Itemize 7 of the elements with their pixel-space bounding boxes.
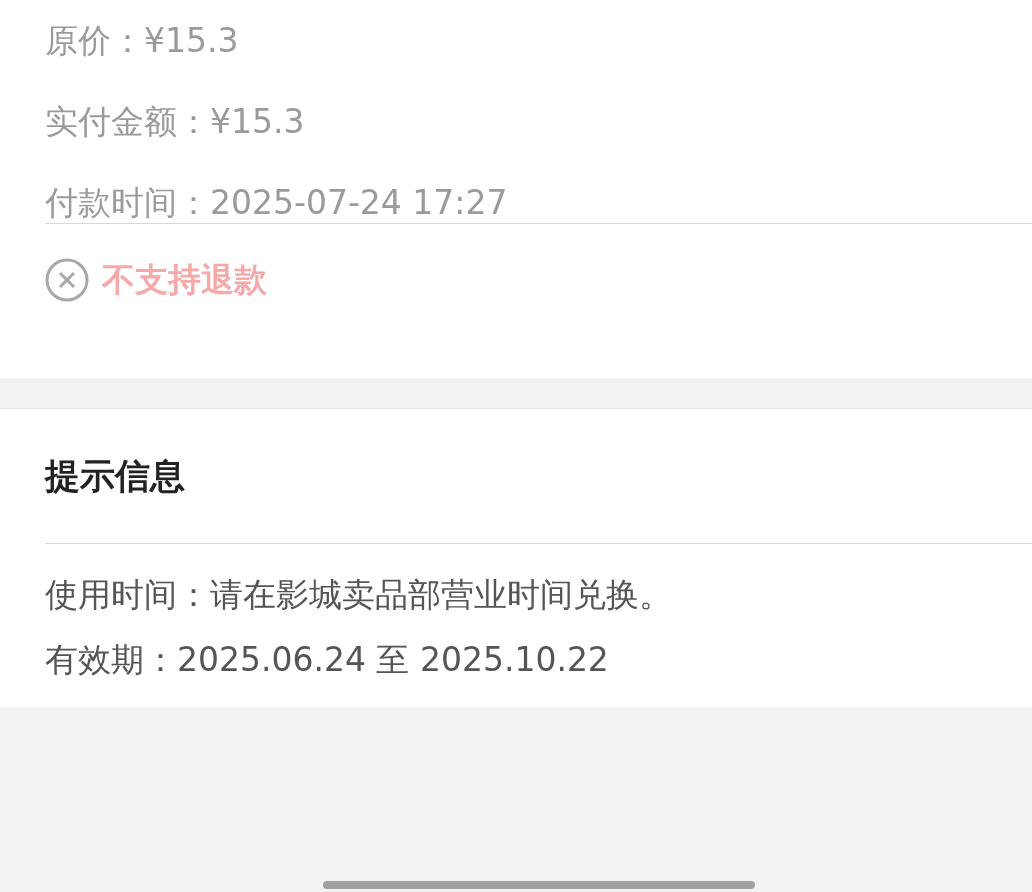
tip-text: 使用时间：请在影城卖品部营业时间兑换。 [45,573,672,616]
order-info-text: 实付金额：¥15.3 [45,100,305,143]
order-info-text: 付款时间：2025-07-24 17:27 [45,181,508,224]
section-title: 提示信息 [45,454,185,498]
tip-text: 有效期：2025.06.24 至 2025.10.22 [45,638,609,681]
refund-status-text: 不支持退款 [102,259,267,302]
order-info-text: 原价：¥15.3 [45,19,239,62]
